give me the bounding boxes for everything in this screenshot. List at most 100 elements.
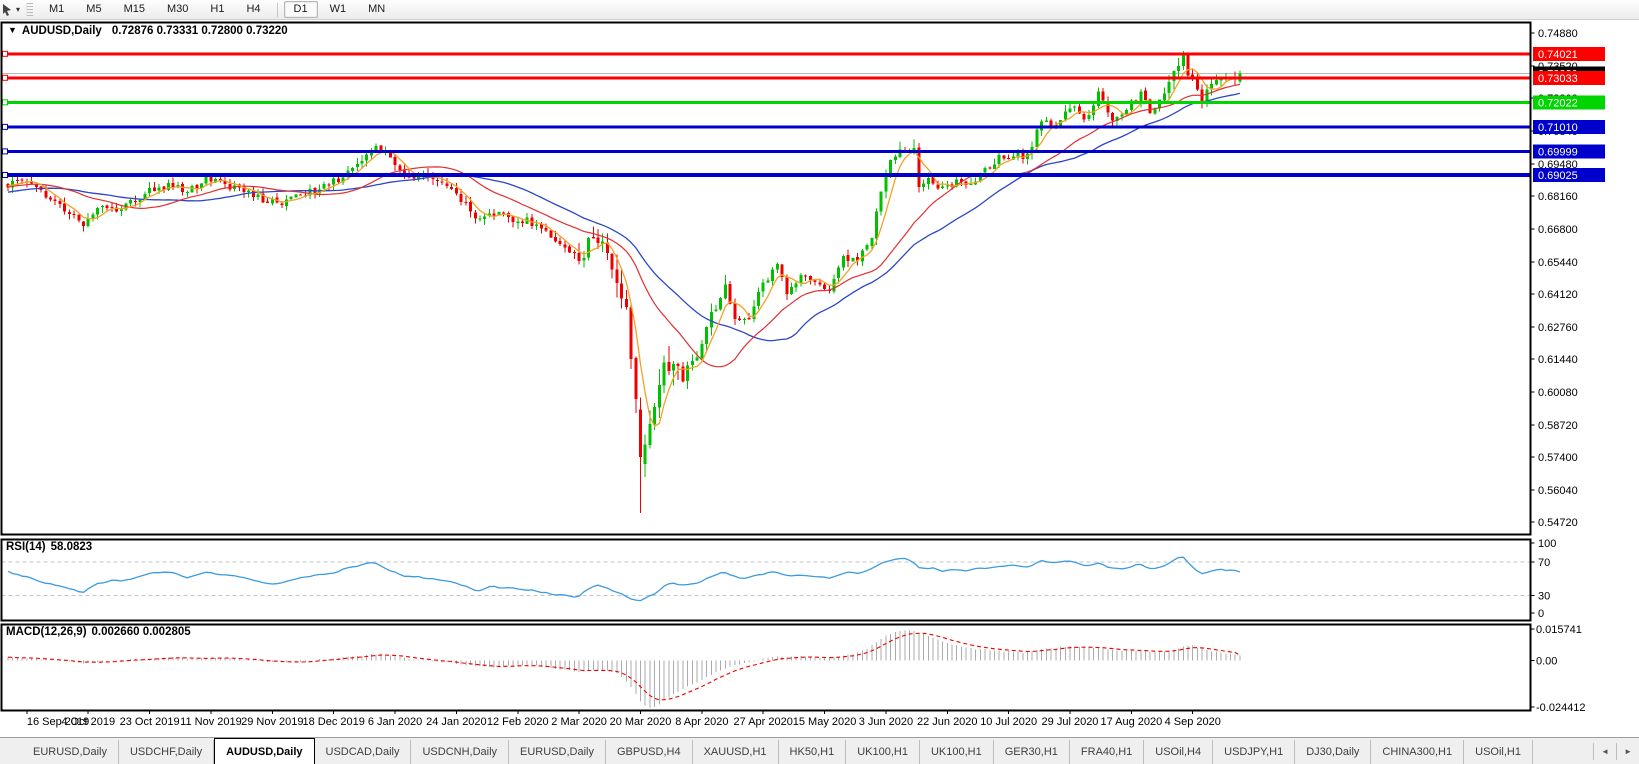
chart-tab-uk100-h1[interactable]: UK100,H1: [920, 740, 994, 764]
timeframe-button-mn[interactable]: MN: [358, 1, 395, 18]
svg-text:0.57400: 0.57400: [1538, 452, 1578, 464]
svg-text:15 May 2020: 15 May 2020: [793, 716, 857, 728]
timeframe-button-m5[interactable]: M5: [76, 1, 111, 18]
svg-text:0.69999: 0.69999: [1538, 146, 1578, 158]
timeframe-toolbar: ▾ M1M5M15M30H1H4 D1W1MN: [0, 0, 1639, 20]
timeframe-buttons-group: M1M5M15M30H1H4 D1W1MN: [38, 0, 396, 19]
chart-tab-fra40-h1[interactable]: FRA40,H1: [1070, 740, 1144, 764]
level-handle[interactable]: [3, 51, 8, 56]
svg-text:30: 30: [1538, 590, 1550, 602]
chart-tab-gbpusd-h4[interactable]: GBPUSD,H4: [606, 740, 693, 764]
chart-title: ▼ AUDUSD,Daily 0.72876 0.73331 0.72800 0.7…: [8, 25, 288, 37]
svg-text:0.68160: 0.68160: [1538, 191, 1578, 203]
rsi-line: [8, 557, 1240, 600]
svg-text:0.61440: 0.61440: [1538, 354, 1578, 366]
chart-tab-usoil-h4[interactable]: USOil,H4: [1144, 740, 1213, 764]
timeframe-button-m1[interactable]: M1: [39, 1, 74, 18]
level-handle[interactable]: [3, 124, 8, 129]
svg-text:0.62760: 0.62760: [1538, 322, 1578, 334]
svg-text:0.60080: 0.60080: [1538, 387, 1578, 399]
svg-text:0.015741: 0.015741: [1536, 624, 1582, 636]
level-handle[interactable]: [3, 75, 8, 80]
tab-scroll-right-icon[interactable]: ►: [1616, 743, 1639, 760]
collapse-triangle-icon[interactable]: ▼: [8, 25, 17, 35]
chart-tab-china300-h1[interactable]: CHINA300,H1: [1371, 740, 1464, 764]
candlestick-series: [7, 51, 1242, 513]
svg-text:20 Mar 2020: 20 Mar 2020: [610, 716, 672, 728]
svg-text:0.74021: 0.74021: [1538, 49, 1578, 61]
svg-text:0.65440: 0.65440: [1538, 257, 1578, 269]
cursor-tool-button[interactable]: ▾: [0, 1, 23, 18]
rsi-panel-border[interactable]: [2, 540, 1531, 621]
timeframe-button-h1[interactable]: H1: [200, 1, 234, 18]
chart-tab-usdjpy-h1[interactable]: USDJPY,H1: [1213, 740, 1295, 764]
svg-text:100: 100: [1538, 538, 1556, 550]
svg-text:29 Jul 2020: 29 Jul 2020: [1042, 716, 1099, 728]
macd-name: MACD(12,26,9): [6, 626, 87, 638]
svg-text:10 Jul 2020: 10 Jul 2020: [980, 716, 1037, 728]
svg-text:0.69025: 0.69025: [1538, 170, 1578, 182]
chart-tab-eurusd-daily[interactable]: EURUSD,Daily: [22, 740, 119, 764]
svg-text:29 Nov 2019: 29 Nov 2019: [241, 716, 303, 728]
svg-text:23 Oct 2019: 23 Oct 2019: [120, 716, 180, 728]
svg-text:22 Jun 2020: 22 Jun 2020: [917, 716, 978, 728]
price-axis[interactable]: 0.748800.735200.722000.708400.694800.681…: [1531, 28, 1606, 714]
chart-canvas[interactable]: 0.748800.735200.722000.708400.694800.681…: [0, 0, 1639, 764]
chart-tab-usdcad-daily[interactable]: USDCAD,Daily: [315, 740, 412, 764]
chart-tab-xauusd-h1[interactable]: XAUUSD,H1: [693, 740, 779, 764]
timeframe-button-d1[interactable]: D1: [284, 1, 318, 18]
svg-text:0.73033: 0.73033: [1538, 73, 1578, 85]
chart-tab-ger30-h1[interactable]: GER30,H1: [994, 740, 1070, 764]
rsi-name: RSI(14): [6, 541, 46, 553]
svg-text:0.56040: 0.56040: [1538, 485, 1578, 497]
svg-text:6 Jan 2020: 6 Jan 2020: [368, 716, 422, 728]
svg-text:12 Feb 2020: 12 Feb 2020: [487, 716, 549, 728]
timeframe-button-m15[interactable]: M15: [114, 1, 155, 18]
svg-text:27 Apr 2020: 27 Apr 2020: [734, 716, 793, 728]
svg-text:0.74880: 0.74880: [1538, 28, 1578, 40]
cursor-tool-icon: [1, 3, 14, 16]
svg-text:8 Apr 2020: 8 Apr 2020: [675, 716, 728, 728]
macd-values: 0.002660 0.002805: [92, 626, 191, 638]
trading-terminal: ▾ M1M5M15M30H1H4 D1W1MN ▼ AUDUSD,Daily 0.72…: [0, 0, 1639, 764]
svg-text:0.66800: 0.66800: [1538, 224, 1578, 236]
chart-tab-hk50-h1[interactable]: HK50,H1: [779, 740, 847, 764]
tab-scroll-left-icon[interactable]: ◄: [1593, 743, 1616, 760]
svg-text:0.00: 0.00: [1536, 656, 1557, 668]
price-plot-area[interactable]: [2, 51, 1531, 513]
toolbar-grip-handle[interactable]: [26, 3, 33, 16]
svg-text:0.54720: 0.54720: [1538, 517, 1578, 529]
chart-tab-audusd-daily[interactable]: AUDUSD,Daily: [214, 738, 314, 764]
svg-text:17 Aug 2020: 17 Aug 2020: [1100, 716, 1162, 728]
chart-tab-usoil-h1[interactable]: USOil,H1: [1464, 740, 1533, 764]
macd-histogram: [8, 630, 1240, 708]
svg-text:-0.024412: -0.024412: [1536, 702, 1586, 714]
chart-symbol-period: AUDUSD,Daily: [22, 25, 102, 37]
rsi-value: 58.0823: [51, 541, 93, 553]
timeframe-button-h4[interactable]: H4: [236, 1, 270, 18]
level-handle[interactable]: [3, 100, 8, 105]
svg-text:0.58720: 0.58720: [1538, 420, 1578, 432]
svg-text:0: 0: [1538, 608, 1544, 620]
svg-text:3 Jun 2020: 3 Jun 2020: [859, 716, 913, 728]
svg-text:0.72022: 0.72022: [1538, 97, 1578, 109]
level-handle[interactable]: [3, 173, 8, 178]
chart-tab-eurusd-daily[interactable]: EURUSD,Daily: [509, 740, 606, 764]
level-handle[interactable]: [3, 149, 8, 154]
svg-text:4 Sep 2020: 4 Sep 2020: [1165, 716, 1221, 728]
timeframe-button-w1[interactable]: W1: [320, 1, 357, 18]
chart-tab-usdchf-daily[interactable]: USDCHF,Daily: [119, 740, 214, 764]
toolbar-separator: [277, 3, 278, 17]
chart-tab-dj30-daily[interactable]: DJ30,Daily: [1295, 740, 1371, 764]
chart-tab-uk100-h1[interactable]: UK100,H1: [846, 740, 920, 764]
macd-panel-border[interactable]: [2, 625, 1531, 711]
timeframe-button-m30[interactable]: M30: [157, 1, 198, 18]
svg-text:18 Dec 2019: 18 Dec 2019: [302, 716, 364, 728]
tab-scroll-buttons: ◄►: [1593, 738, 1639, 764]
svg-text:4 Oct 2019: 4 Oct 2019: [61, 716, 115, 728]
chart-ohlc-values: 0.72876 0.73331 0.72800 0.73220: [112, 25, 288, 37]
svg-text:70: 70: [1538, 557, 1550, 569]
chart-tab-usdcnh-daily[interactable]: USDCNH,Daily: [411, 740, 509, 764]
date-axis[interactable]: 16 Sep 20194 Oct 201923 Oct 201911 Nov 2…: [27, 711, 1221, 729]
svg-text:24 Jan 2020: 24 Jan 2020: [426, 716, 487, 728]
